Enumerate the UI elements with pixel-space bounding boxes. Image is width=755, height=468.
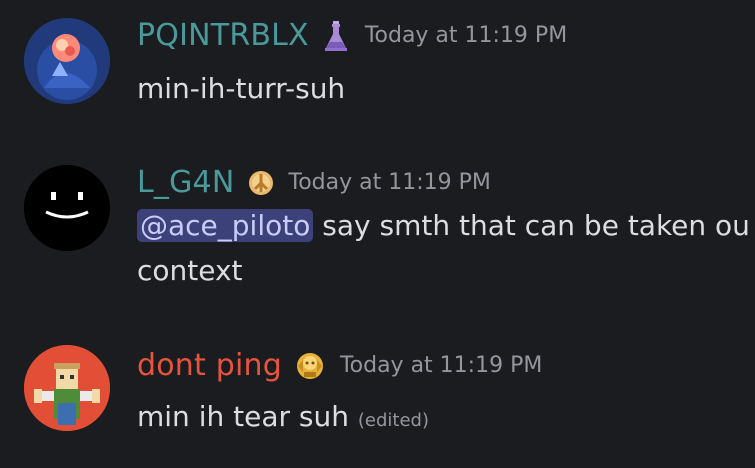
avatar[interactable] [24, 165, 110, 251]
gold-emblem-badge-icon[interactable] [294, 350, 326, 382]
message-text: min ih tear suh (edited) [137, 396, 429, 442]
timestamp: Today at 11:19 PM [288, 170, 491, 195]
avatar[interactable] [24, 18, 110, 104]
message-text-line2: context [137, 254, 243, 287]
message-item: PQINTRBLX Today at 11:19 PM min-ih-turr-… [0, 0, 755, 130]
message-text: min-ih-turr-suh [137, 72, 346, 105]
user-mention[interactable]: @ace_piloto [137, 209, 314, 242]
message-item: dont ping Today at 11:19 PM min ih tear … [0, 330, 755, 468]
edited-label: (edited) [357, 410, 429, 431]
message-text-line1: say smth that can be taken ou [313, 209, 750, 242]
message-text: @ace_piloto say smth that can be taken o… [137, 205, 750, 247]
username[interactable]: L_G4N [137, 165, 235, 200]
message-item: L_G4N Today at 11:19 PM @ace_piloto say … [0, 150, 755, 310]
username[interactable]: dont ping [137, 348, 282, 383]
message-text-body: min ih tear suh [137, 400, 349, 433]
smiley-avatar-image [24, 165, 110, 251]
brain-avatar-image [24, 18, 110, 104]
avatar[interactable] [24, 345, 110, 431]
character-avatar-image [24, 345, 110, 431]
timestamp: Today at 11:19 PM [339, 353, 543, 378]
timestamp: Today at 11:19 PM [364, 23, 568, 48]
username[interactable]: PQINTRBLX [137, 18, 309, 53]
peace-badge-icon[interactable] [247, 169, 275, 197]
flask-badge-icon[interactable] [321, 20, 351, 52]
